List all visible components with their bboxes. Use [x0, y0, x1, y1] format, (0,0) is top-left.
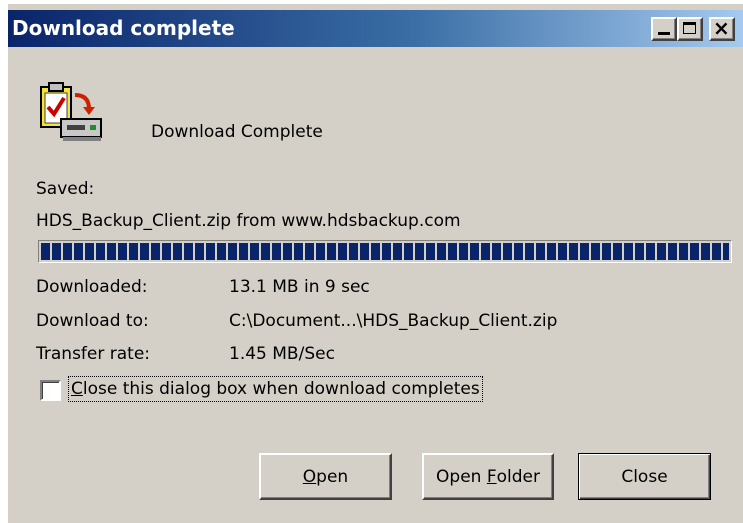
open-folder-button[interactable]: Open Folder [422, 453, 554, 500]
open-folder-label-start: Open [436, 466, 487, 487]
progress-fill [41, 243, 729, 260]
download-to-label: Download to: [36, 311, 149, 331]
close-button-label: Close [621, 466, 668, 487]
minimize-button[interactable] [651, 17, 677, 41]
close-when-done-text: lose this dialog box when download compl… [82, 379, 480, 399]
open-folder-mnemonic: F [486, 466, 497, 487]
downloaded-label: Downloaded: [36, 277, 148, 297]
minimize-icon [658, 32, 670, 35]
open-label: pen [316, 466, 349, 487]
close-when-done-mnemonic: C [71, 379, 83, 399]
close-when-done-label[interactable]: Close this dialog box when download comp… [68, 376, 483, 402]
window-title: Download complete [12, 16, 235, 40]
title-bar[interactable]: Download complete × [8, 10, 743, 47]
close-icon: × [713, 16, 730, 40]
download-to-value: C:\Document...\HDS_Backup_Client.zip [229, 311, 558, 331]
maximize-icon [683, 22, 696, 34]
downloaded-value: 13.1 MB in 9 sec [229, 277, 370, 297]
download-complete-heading: Download Complete [151, 122, 323, 142]
saved-file-line: HDS_Backup_Client.zip from www.hdsbackup… [36, 211, 461, 231]
saved-label: Saved: [36, 179, 95, 199]
transfer-rate-label: Transfer rate: [36, 344, 151, 364]
maximize-button[interactable] [677, 17, 703, 41]
download-complete-icon [40, 82, 102, 141]
open-mnemonic: O [302, 466, 317, 487]
close-window-button[interactable]: × [709, 17, 735, 41]
download-dialog: Download complete × Download Complete Sa… [6, 2, 743, 523]
open-button[interactable]: Open [259, 453, 392, 500]
close-button[interactable]: Close [578, 453, 711, 500]
open-folder-label-end: older [496, 466, 540, 487]
close-when-done-checkbox[interactable] [40, 380, 61, 401]
download-progress-bar [38, 240, 732, 263]
transfer-rate-value: 1.45 MB/Sec [229, 344, 335, 364]
